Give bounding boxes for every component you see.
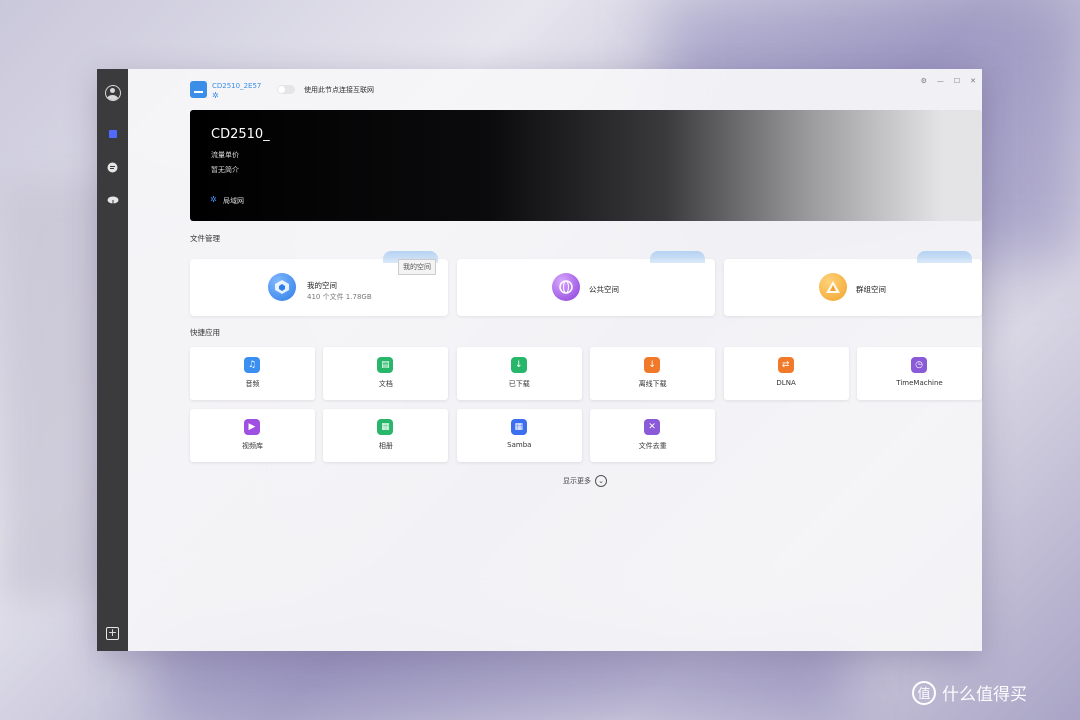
- samba-icon: ▦: [510, 419, 527, 435]
- file-card-group-space[interactable]: 群组空间: [724, 251, 982, 316]
- banner-price: 流量单价: [211, 151, 239, 159]
- add-icon[interactable]: +: [106, 627, 119, 640]
- network-icon: ✲: [210, 195, 217, 204]
- show-more-label: 显示更多: [563, 477, 591, 485]
- app-label: 离线下载: [638, 380, 667, 388]
- file-card-label: 我的空间: [307, 281, 337, 290]
- app-label: 视频库: [242, 442, 263, 450]
- main-panel: CD2510_2E57 ✲ 使用此节点连接互联网 ⚙ — ☐ ✕ CD2510_…: [128, 69, 982, 651]
- show-more-button[interactable]: 显示更多 ⌄: [563, 475, 607, 487]
- file-card-label: 公共空间: [589, 285, 619, 294]
- maximize-icon[interactable]: ☐: [954, 77, 960, 85]
- app-card[interactable]: ♫ 音频: [190, 347, 315, 400]
- cloud-icon[interactable]: [107, 194, 119, 206]
- file-card-label: 群组空间: [856, 285, 886, 294]
- toggle-label: 使用此节点连接互联网: [304, 86, 374, 94]
- network-icon: ✲: [212, 91, 219, 100]
- app-label: Samba: [507, 441, 532, 449]
- banner-intro: 暂无简介: [211, 166, 239, 174]
- sidebar: +: [97, 69, 128, 651]
- app-label: 文档: [378, 380, 393, 388]
- file-card-stats: 410 个文件 1.78GB: [307, 293, 372, 301]
- storage-icon[interactable]: [107, 128, 119, 140]
- chevron-down-icon: ⌄: [595, 475, 607, 487]
- app-card[interactable]: ↓ 已下载: [456, 347, 582, 400]
- pyramid-icon: [819, 273, 847, 301]
- app-label: TimeMachine: [896, 379, 943, 387]
- app-label: 音频: [245, 380, 260, 388]
- app-card[interactable]: ▦ 相册: [323, 409, 449, 462]
- settings-icon[interactable]: ⚙: [921, 77, 927, 85]
- video-icon: ▶: [244, 419, 260, 435]
- close-icon[interactable]: ✕: [970, 77, 976, 85]
- app-label: 文件去重: [638, 442, 667, 450]
- chat-icon[interactable]: [107, 161, 119, 173]
- clock-icon: ◷: [911, 357, 927, 373]
- app-card[interactable]: ✕ 文件去重: [590, 409, 716, 462]
- globe-icon: [552, 273, 580, 301]
- card-decoration: [917, 251, 972, 263]
- cube-icon: [268, 273, 296, 301]
- file-section-title: 文件管理: [190, 234, 220, 243]
- apps-section-title: 快捷应用: [190, 328, 220, 337]
- app-card[interactable]: ◷ TimeMachine: [857, 347, 982, 400]
- app-label: DLNA: [776, 379, 796, 387]
- app-label: 已下载: [508, 380, 530, 388]
- zhi-icon: 值: [912, 680, 936, 705]
- internet-toggle[interactable]: [277, 85, 295, 94]
- card-decoration: [650, 251, 705, 263]
- photo-icon: ▦: [377, 419, 394, 435]
- device-banner: CD2510_ 流量单价 暂无简介 ✲ 局域网: [190, 110, 982, 221]
- device-icon: [190, 81, 207, 98]
- window-controls: ⚙ — ☐ ✕: [921, 77, 976, 85]
- app-card[interactable]: ⇄ DLNA: [723, 347, 849, 400]
- app-card[interactable]: ▶ 视频库: [190, 409, 315, 462]
- app-label: 相册: [378, 442, 393, 450]
- downloaded-icon: ↓: [510, 357, 527, 373]
- dedupe-icon: ✕: [644, 419, 661, 435]
- watermark: 值 什么值得买: [912, 680, 1027, 705]
- app-card[interactable]: ↓ 离线下载: [590, 347, 716, 400]
- file-card-my-space[interactable]: 我的空间 410 个文件 1.78GB 我的空间: [190, 251, 448, 316]
- file-card-public-space[interactable]: 公共空间: [457, 251, 715, 316]
- music-icon: ♫: [244, 357, 260, 373]
- dlna-icon: ⇄: [777, 357, 794, 373]
- app-card[interactable]: ▦ Samba: [456, 409, 582, 462]
- minimize-icon[interactable]: —: [937, 77, 944, 85]
- topbar: CD2510_2E57 ✲ 使用此节点连接互联网 ⚙ — ☐ ✕: [128, 69, 982, 107]
- app-window: + CD2510_2E57 ✲ 使用此节点连接互联网 ⚙ — ☐ ✕ CD251…: [97, 69, 982, 651]
- watermark-text: 什么值得买: [942, 685, 1027, 705]
- app-card[interactable]: ▤ 文档: [323, 347, 449, 400]
- offline-download-icon: ↓: [644, 357, 661, 373]
- banner-network: 局域网: [223, 197, 244, 205]
- banner-title: CD2510_: [211, 127, 270, 142]
- avatar-icon[interactable]: [104, 85, 121, 101]
- tooltip: 我的空间: [398, 259, 436, 275]
- device-name[interactable]: CD2510_2E57: [212, 82, 261, 90]
- document-icon: ▤: [377, 357, 394, 373]
